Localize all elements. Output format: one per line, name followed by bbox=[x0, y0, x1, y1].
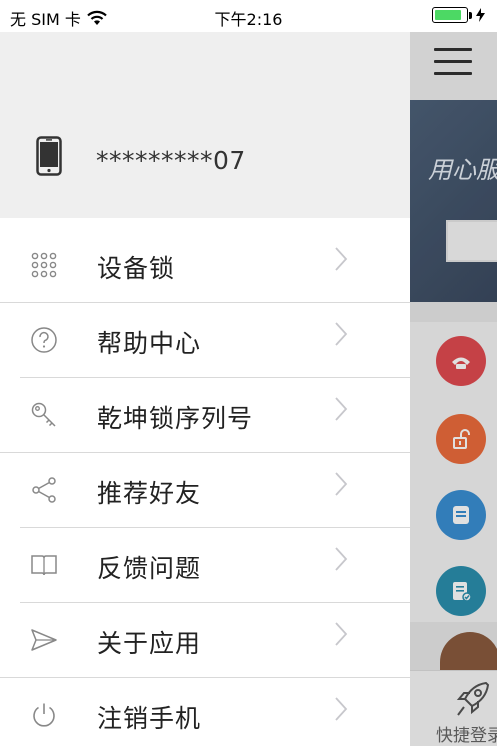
chevron-right-icon bbox=[335, 622, 348, 646]
battery-fill bbox=[435, 10, 461, 20]
menu-item-feedback[interactable]: 反馈问题 bbox=[0, 528, 410, 603]
menu-item-label: 推荐好友 bbox=[97, 479, 202, 508]
send-icon bbox=[31, 629, 57, 651]
chevron-right-icon bbox=[335, 397, 348, 421]
side-drawer: *********07 设备锁 帮助中心 乾坤锁序列号 推荐好友 反馈问题 关于… bbox=[0, 32, 410, 746]
chevron-right-icon bbox=[335, 472, 348, 496]
help-circle-icon bbox=[31, 327, 57, 353]
book-icon bbox=[31, 555, 57, 576]
chevron-right-icon bbox=[335, 322, 348, 346]
battery-icon bbox=[432, 7, 468, 23]
chevron-right-icon bbox=[335, 247, 348, 271]
menu-item-label: 关于应用 bbox=[97, 629, 202, 658]
menu-item-serial-number[interactable]: 乾坤锁序列号 bbox=[0, 378, 410, 453]
menu-item-label: 注销手机 bbox=[97, 704, 202, 733]
battery-cap bbox=[469, 11, 472, 19]
drawer-header: *********07 bbox=[0, 32, 410, 218]
share-icon bbox=[32, 477, 56, 503]
status-time: 下午2:16 bbox=[214, 10, 283, 29]
menu-item-label: 帮助中心 bbox=[97, 329, 202, 358]
menu-item-about-app[interactable]: 关于应用 bbox=[0, 603, 410, 678]
keypad-grid-icon bbox=[31, 252, 57, 278]
phone-number: *********07 bbox=[96, 146, 246, 175]
menu-item-device-lock[interactable]: 设备锁 bbox=[0, 228, 410, 303]
menu-item-label: 乾坤锁序列号 bbox=[97, 404, 254, 433]
chevron-right-icon bbox=[335, 547, 348, 571]
key-icon bbox=[31, 402, 56, 427]
charging-bolt-icon bbox=[476, 8, 485, 22]
menu-item-help-center[interactable]: 帮助中心 bbox=[0, 303, 410, 378]
menu-item-label: 设备锁 bbox=[97, 254, 176, 283]
battery-indicator bbox=[432, 7, 485, 23]
dim-overlay[interactable] bbox=[410, 32, 497, 746]
status-bar: 无 SIM 卡 下午2:16 bbox=[0, 0, 497, 32]
drawer-menu: 设备锁 帮助中心 乾坤锁序列号 推荐好友 反馈问题 关于应用 注销手机 bbox=[0, 228, 410, 746]
smartphone-icon bbox=[36, 136, 62, 176]
menu-item-label: 反馈问题 bbox=[97, 554, 202, 583]
menu-item-recommend-friends[interactable]: 推荐好友 bbox=[0, 453, 410, 528]
menu-item-logout-phone[interactable]: 注销手机 bbox=[0, 678, 410, 746]
chevron-right-icon bbox=[335, 697, 348, 721]
power-icon bbox=[33, 703, 55, 727]
